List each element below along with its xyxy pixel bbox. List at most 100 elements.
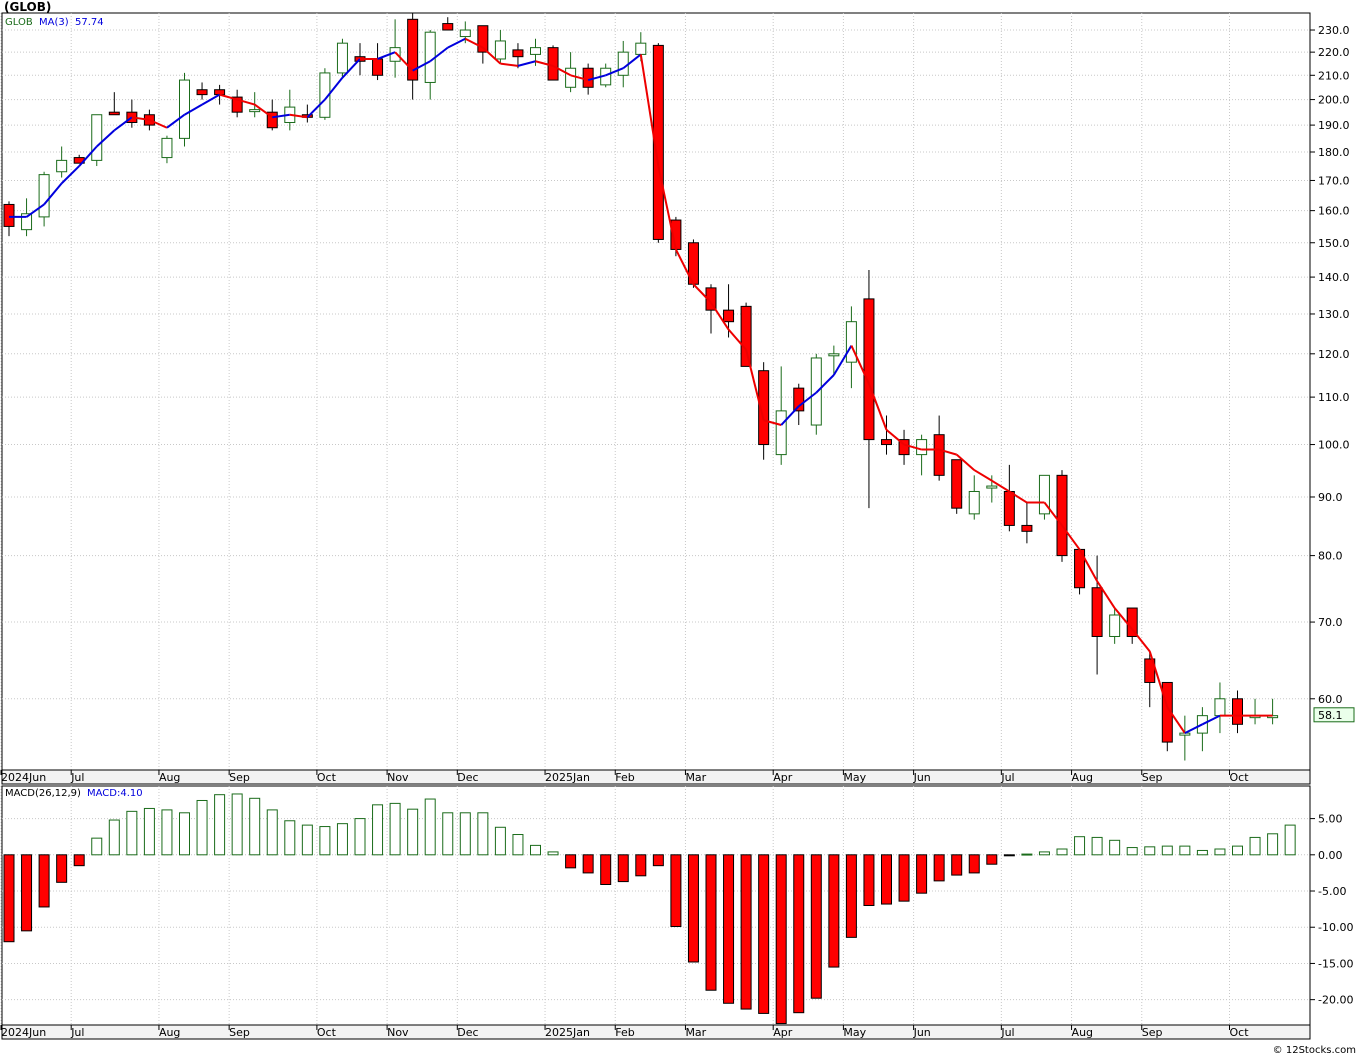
- candle: [951, 459, 963, 514]
- macd-bar-negative: [1003, 854, 1015, 857]
- macd-bar-positive: [266, 809, 278, 856]
- candle-body-up: [1179, 732, 1191, 736]
- candle-body-down: [547, 47, 559, 81]
- macd-bar-positive: [1126, 847, 1138, 856]
- macd-bar-positive: [91, 837, 103, 856]
- candle: [179, 72, 190, 147]
- price-x-axis-label: Oct: [317, 771, 337, 784]
- macd-bar-positive: [143, 807, 155, 856]
- macd-bar-positive: [1267, 833, 1279, 856]
- macd-bar-negative: [21, 854, 33, 932]
- price-x-axis-label: 2025Jan: [545, 771, 590, 784]
- price-x-axis-label: Aug: [159, 771, 180, 784]
- macd-bar-positive: [1091, 836, 1103, 856]
- candle-body-up: [617, 51, 629, 76]
- candle-body-up: [494, 40, 506, 60]
- candle-body-up: [986, 485, 998, 489]
- candle: [336, 38, 348, 78]
- candle-body-down: [442, 23, 454, 31]
- price-tick-label: 190.0: [1318, 119, 1350, 132]
- macd-bar-negative: [758, 854, 770, 1014]
- macd-bar-negative: [968, 854, 980, 874]
- macd-x-axis-label: Jul: [70, 1026, 84, 1039]
- candle-body-up: [968, 490, 980, 515]
- price-tick-label: 140.0: [1318, 271, 1350, 284]
- candle: [687, 239, 699, 288]
- candle-body-up: [161, 137, 173, 159]
- macd-x-axis-label: Feb: [615, 1026, 634, 1039]
- macd-x-axis-label: 2025Jan: [545, 1026, 590, 1039]
- candle-body-up: [530, 47, 541, 55]
- macd-bar-positive: [1109, 839, 1121, 856]
- price-x-axis-label: Sep: [229, 771, 250, 784]
- macd-bar-negative: [635, 854, 647, 877]
- macd-x-axis-label: Oct: [317, 1026, 337, 1039]
- candle-body-down: [372, 58, 384, 76]
- price-x-axis-band: [1, 769, 1311, 785]
- macd-bar-negative: [845, 854, 857, 938]
- legend-ma-label: MA(3): [39, 17, 69, 28]
- macd-x-axis-label: 2024Jun: [1, 1026, 46, 1039]
- macd-bar-positive: [1144, 846, 1156, 856]
- candle: [1038, 474, 1050, 520]
- price-x-axis-label: Apr: [773, 771, 793, 784]
- price-tick-label: 90.0: [1318, 491, 1343, 504]
- macd-bar-positive: [319, 826, 331, 856]
- candle-body-down: [1232, 698, 1243, 725]
- macd-bar-positive: [530, 844, 541, 856]
- macd-bar-negative: [705, 854, 717, 991]
- macd-bar-negative: [38, 854, 50, 908]
- macd-tick-label: 0.00: [1318, 849, 1343, 862]
- macd-bar-positive: [1179, 845, 1191, 856]
- macd-bar-negative: [687, 854, 699, 963]
- candle-body-up: [336, 42, 348, 74]
- candle-body-up: [38, 174, 50, 218]
- macd-bar-positive: [179, 812, 190, 856]
- macd-x-axis-label: Sep: [229, 1026, 250, 1039]
- price-tick-label: 60.0: [1318, 693, 1343, 706]
- price-x-axis-label: Nov: [387, 771, 409, 784]
- macd-bar-positive: [1214, 848, 1226, 856]
- macd-bar-negative: [600, 854, 612, 885]
- macd-bar-negative: [652, 854, 664, 867]
- price-tick-label: 220.0: [1318, 46, 1350, 59]
- candle-body-up: [249, 109, 261, 113]
- last-price-label: 58.1: [1318, 709, 1343, 722]
- macd-bar-positive: [372, 804, 384, 856]
- macd-bar-negative: [828, 854, 840, 968]
- macd-bar-positive: [231, 793, 243, 856]
- candle-body-up: [775, 410, 787, 456]
- candle-body-down: [512, 49, 524, 58]
- macd-legend-params: MACD(26,12,9): [5, 788, 81, 799]
- price-tick-label: 160.0: [1318, 205, 1350, 218]
- chart-canvas: 60.0 70.0 80.0 90.0 100.0 110.0 120.0 130.0 140.…: [0, 12, 1355, 1040]
- macd-legend-value: MACD:4.10: [87, 788, 143, 799]
- price-tick-label: 170.0: [1318, 174, 1350, 187]
- macd-panel: 5.00 0.00 -5.00 -10.00 -15.00 -20.00 MACD(26,1…: [0, 785, 1353, 1040]
- candle-body-up: [56, 159, 68, 173]
- macd-bar-positive: [547, 851, 559, 856]
- macd-x-axis-label: Dec: [457, 1026, 478, 1039]
- macd-bar-negative: [582, 854, 594, 874]
- price-panel: 60.0 70.0 80.0 90.0 100.0 110.0 120.0 130.0 140.…: [0, 12, 1355, 785]
- price-tick-label: 80.0: [1318, 550, 1343, 563]
- candle-body-down: [1021, 524, 1033, 532]
- macd-x-axis-label: Aug: [159, 1026, 180, 1039]
- macd-tick-label: 5.00: [1318, 813, 1343, 826]
- candle: [547, 45, 559, 81]
- macd-bar-negative: [986, 854, 998, 865]
- macd-x-axis-label: May: [843, 1026, 866, 1039]
- macd-x-axis-label: Mar: [685, 1026, 706, 1039]
- macd-bar-negative: [565, 854, 577, 869]
- macd-x-axis-label: Aug: [1072, 1026, 1093, 1039]
- candle-body-down: [723, 309, 735, 323]
- macd-bar-positive: [126, 810, 138, 856]
- macd-bar-positive: [1038, 851, 1050, 856]
- macd-bar-positive: [1161, 845, 1173, 856]
- macd-bar-negative: [916, 854, 928, 894]
- macd-bar-positive: [1021, 853, 1033, 856]
- candle-body-up: [635, 42, 647, 55]
- macd-bar-negative: [723, 854, 735, 1004]
- price-tick-label: 120.0: [1318, 348, 1350, 361]
- price-tick-label: 70.0: [1318, 616, 1343, 629]
